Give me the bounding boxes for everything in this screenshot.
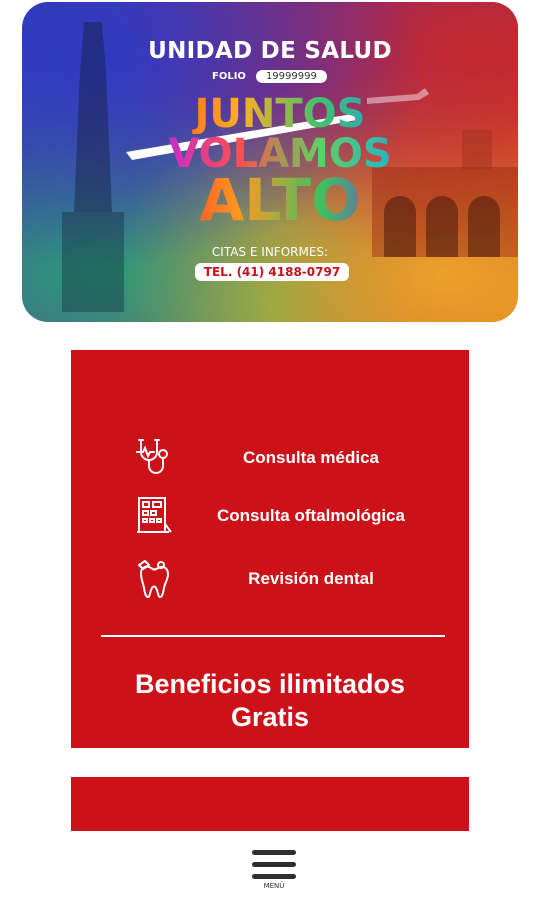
service-item-consulta-medica: Consulta médica	[71, 434, 469, 482]
phone-number[interactable]: TEL. (41) 4188-0797	[195, 263, 349, 281]
menu-label: MENÚ	[263, 882, 285, 890]
services-panel: Consulta médica Consulta oftalmológica R…	[71, 350, 469, 748]
folio-value: 19999999	[255, 70, 327, 83]
headline-line-3: ALTO	[160, 170, 400, 230]
benefits-line-2: Gratis	[230, 702, 310, 732]
folio-label: FOLIO	[212, 71, 246, 82]
citas-label: CITAS E INFORMES:	[211, 245, 329, 259]
service-label: Revisión dental	[248, 569, 374, 588]
hamburger-menu-icon-bar	[252, 862, 296, 867]
benefits-line-1: Beneficios ilimitados	[134, 669, 406, 699]
headline-line-1: JUNTOS	[160, 94, 400, 134]
tooth-icon	[138, 560, 169, 598]
hamburger-menu-icon-bar	[252, 874, 296, 879]
service-item-consulta-oftalmologica: Consulta oftalmológica	[71, 492, 469, 540]
eye-chart-icon	[137, 497, 172, 533]
hamburger-menu-icon	[252, 850, 296, 855]
menu-button[interactable]: MENÚ	[250, 850, 298, 900]
membership-card: UNIDAD DE SALUD FOLIO 19999999 JUNTOS VO…	[22, 2, 518, 322]
benefits-text: Beneficios ilimitados Gratis	[71, 668, 469, 734]
stethoscope-icon	[136, 439, 168, 474]
secondary-panel	[71, 777, 469, 831]
card-title: UNIDAD DE SALUD	[148, 38, 392, 64]
service-label: Consulta oftalmológica	[217, 506, 405, 525]
divider	[101, 635, 445, 637]
service-item-revision-dental: Revisión dental	[71, 555, 469, 603]
folio-row: FOLIO 19999999	[212, 70, 327, 83]
service-label: Consulta médica	[242, 448, 380, 467]
